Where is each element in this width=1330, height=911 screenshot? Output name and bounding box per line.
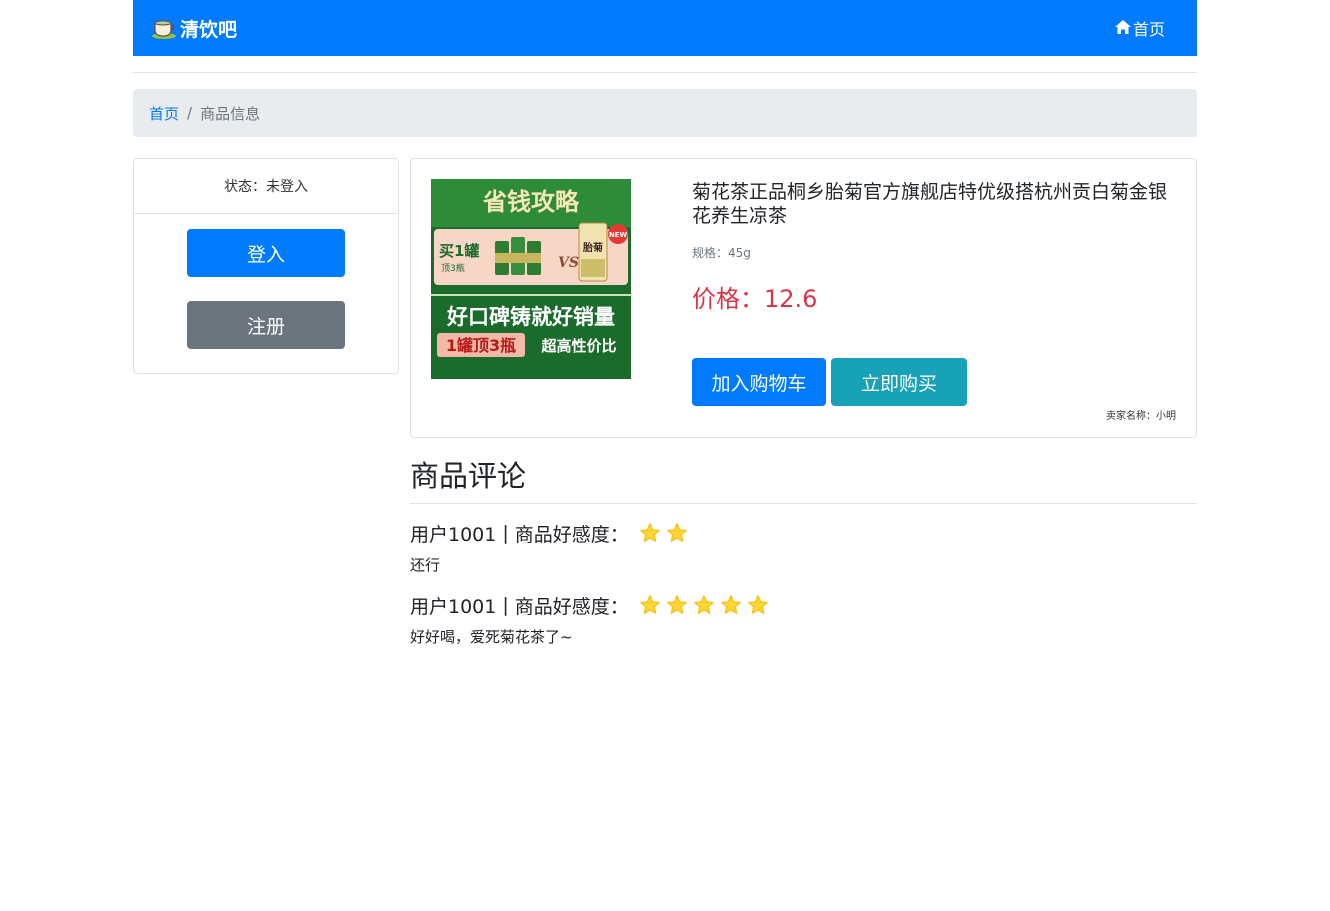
- review-item: 用户1001 | 商品好感度： 还行: [410, 520, 1197, 575]
- image-offer-sub: 顶3瓶: [441, 262, 465, 274]
- register-button[interactable]: 注册: [187, 301, 345, 349]
- star-rating: [639, 522, 688, 544]
- product-title: 菊花茶正品桐乡胎菊官方旗舰店特优级搭杭州贡白菊金银花养生凉茶: [692, 181, 1168, 227]
- buy-now-button[interactable]: 立即购买: [831, 358, 967, 406]
- nav-home-label: 首页: [1132, 20, 1165, 39]
- star-icon: [666, 595, 687, 614]
- product-price: 价格：12.6: [692, 279, 817, 314]
- review-text: 还行: [410, 556, 441, 574]
- star-icon: [747, 595, 768, 614]
- status-label: 状态：: [224, 179, 266, 195]
- review-item: 用户1001 | 商品好感度： 好好喝，爱死菊花茶了~: [410, 592, 1197, 647]
- image-vs: VS: [558, 255, 579, 271]
- brand-link[interactable]: 清饮吧: [151, 0, 237, 56]
- breadcrumb: 首页 / 商品信息: [133, 89, 1197, 137]
- tea-cup-icon: [151, 16, 177, 40]
- review-divider: |: [502, 594, 509, 616]
- review-rating-label: 商品好感度：: [514, 523, 629, 546]
- star-rating: [639, 594, 769, 616]
- breadcrumb-current: 商品信息: [200, 104, 261, 123]
- brand-name: 清饮吧: [180, 18, 238, 41]
- star-icon: [693, 595, 714, 614]
- review-header: 用户1001 | 商品好感度：: [410, 520, 1197, 546]
- image-promo-b: 超高性价比: [540, 337, 616, 355]
- breadcrumb-separator: /: [187, 104, 193, 122]
- review-user: 用户1001: [410, 595, 497, 618]
- login-button[interactable]: 登入: [187, 229, 345, 277]
- image-slogan: 好口碑铸就好销量: [446, 305, 615, 329]
- product-card: 省钱攻略 买1罐 顶3瓶 VS 胎菊 NEW 好口碑铸就好销量 1罐顶3瓶 超高…: [410, 158, 1197, 438]
- product-jars: [495, 237, 541, 275]
- divider: [133, 72, 1197, 73]
- status-value: 未登入: [266, 179, 308, 195]
- login-status: 状态： 未登入: [134, 159, 398, 214]
- add-to-cart-button[interactable]: 加入购物车: [692, 358, 826, 406]
- star-icon: [639, 595, 660, 614]
- review-divider: |: [502, 522, 509, 544]
- star-icon: [666, 523, 687, 542]
- image-headline: 省钱攻略: [482, 188, 580, 216]
- image-promo-a: 1罐顶3瓶: [446, 336, 516, 355]
- reviews-divider: [410, 503, 1197, 504]
- image-jar-label: 胎菊: [582, 241, 603, 254]
- review-user: 用户1001: [410, 523, 497, 546]
- image-offer-main: 买1罐: [439, 242, 479, 260]
- product-spec: 规格：45g: [692, 246, 751, 260]
- login-card: 状态： 未登入 登入 注册: [133, 158, 399, 374]
- image-new-badge: NEW: [609, 231, 628, 239]
- reviews-title: 商品评论: [410, 459, 527, 493]
- price-label: 价格：: [692, 285, 764, 313]
- price-value: 12.6: [764, 285, 818, 313]
- product-image[interactable]: 省钱攻略 买1罐 顶3瓶 VS 胎菊 NEW 好口碑铸就好销量 1罐顶3瓶 超高…: [431, 179, 631, 379]
- star-icon: [639, 523, 660, 542]
- home-icon: [1114, 19, 1131, 38]
- review-rating-label: 商品好感度：: [514, 595, 629, 618]
- nav-home-link[interactable]: 首页: [1114, 0, 1165, 56]
- review-header: 用户1001 | 商品好感度：: [410, 592, 1197, 618]
- seller-name: 卖家名称：小明: [1106, 411, 1176, 422]
- navbar: 清饮吧 首页: [133, 0, 1197, 56]
- star-icon: [720, 595, 741, 614]
- review-text: 好好喝，爱死菊花茶了~: [410, 628, 573, 646]
- breadcrumb-home[interactable]: 首页: [149, 103, 179, 124]
